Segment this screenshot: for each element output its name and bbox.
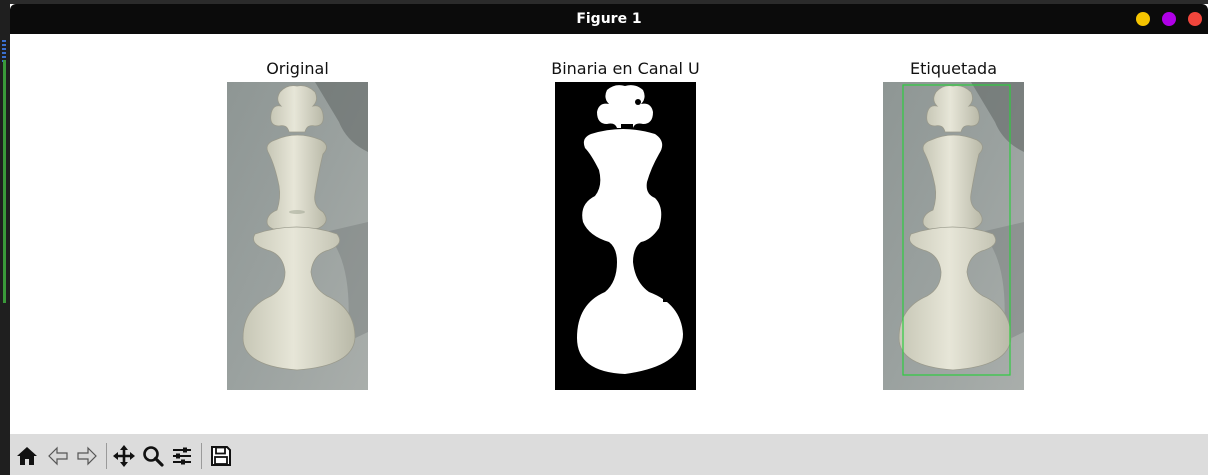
zoom-icon	[143, 446, 164, 467]
desktop-indicator	[2, 40, 6, 62]
figure-window: Figure 1 Original Binaria en Canal U Eti…	[10, 4, 1208, 475]
binary-mask-graphic	[555, 82, 696, 390]
save-icon	[211, 446, 231, 466]
zoom-button[interactable]	[138, 441, 168, 471]
toolbar-separator	[201, 443, 202, 469]
maximize-button[interactable]	[1162, 12, 1176, 26]
close-button[interactable]	[1188, 12, 1202, 26]
figure-canvas[interactable]: Original Binaria en Canal U Etiquetada	[10, 34, 1208, 434]
forward-arrow-icon	[77, 446, 97, 466]
configure-subplots-icon	[173, 447, 191, 465]
original-image-graphic	[227, 82, 368, 390]
navigation-toolbar	[10, 434, 1208, 475]
minimize-button[interactable]	[1136, 12, 1150, 26]
original-image	[227, 82, 368, 390]
desktop-indicator-bar	[3, 60, 6, 303]
forward-button[interactable]	[72, 441, 102, 471]
configure-subplots-button[interactable]	[167, 441, 197, 471]
back-arrow-icon	[48, 446, 68, 466]
toolbar-separator	[106, 443, 107, 469]
panel-title-labeled: Etiquetada	[909, 59, 997, 78]
save-button[interactable]	[206, 441, 236, 471]
back-button[interactable]	[43, 441, 73, 471]
home-button[interactable]	[12, 441, 42, 471]
window-title: Figure 1	[576, 11, 642, 27]
title-bar[interactable]: Figure 1	[10, 4, 1208, 34]
labeled-image-graphic	[883, 82, 1024, 390]
panel-title-original: Original	[266, 59, 329, 78]
home-icon	[17, 447, 37, 465]
pan-button[interactable]	[109, 441, 139, 471]
binary-mask-image	[555, 82, 696, 390]
desktop-edge	[0, 0, 10, 475]
panel-title-binary: Binaria en Canal U	[551, 59, 700, 78]
move-icon	[113, 445, 135, 467]
labeled-image	[883, 82, 1024, 390]
